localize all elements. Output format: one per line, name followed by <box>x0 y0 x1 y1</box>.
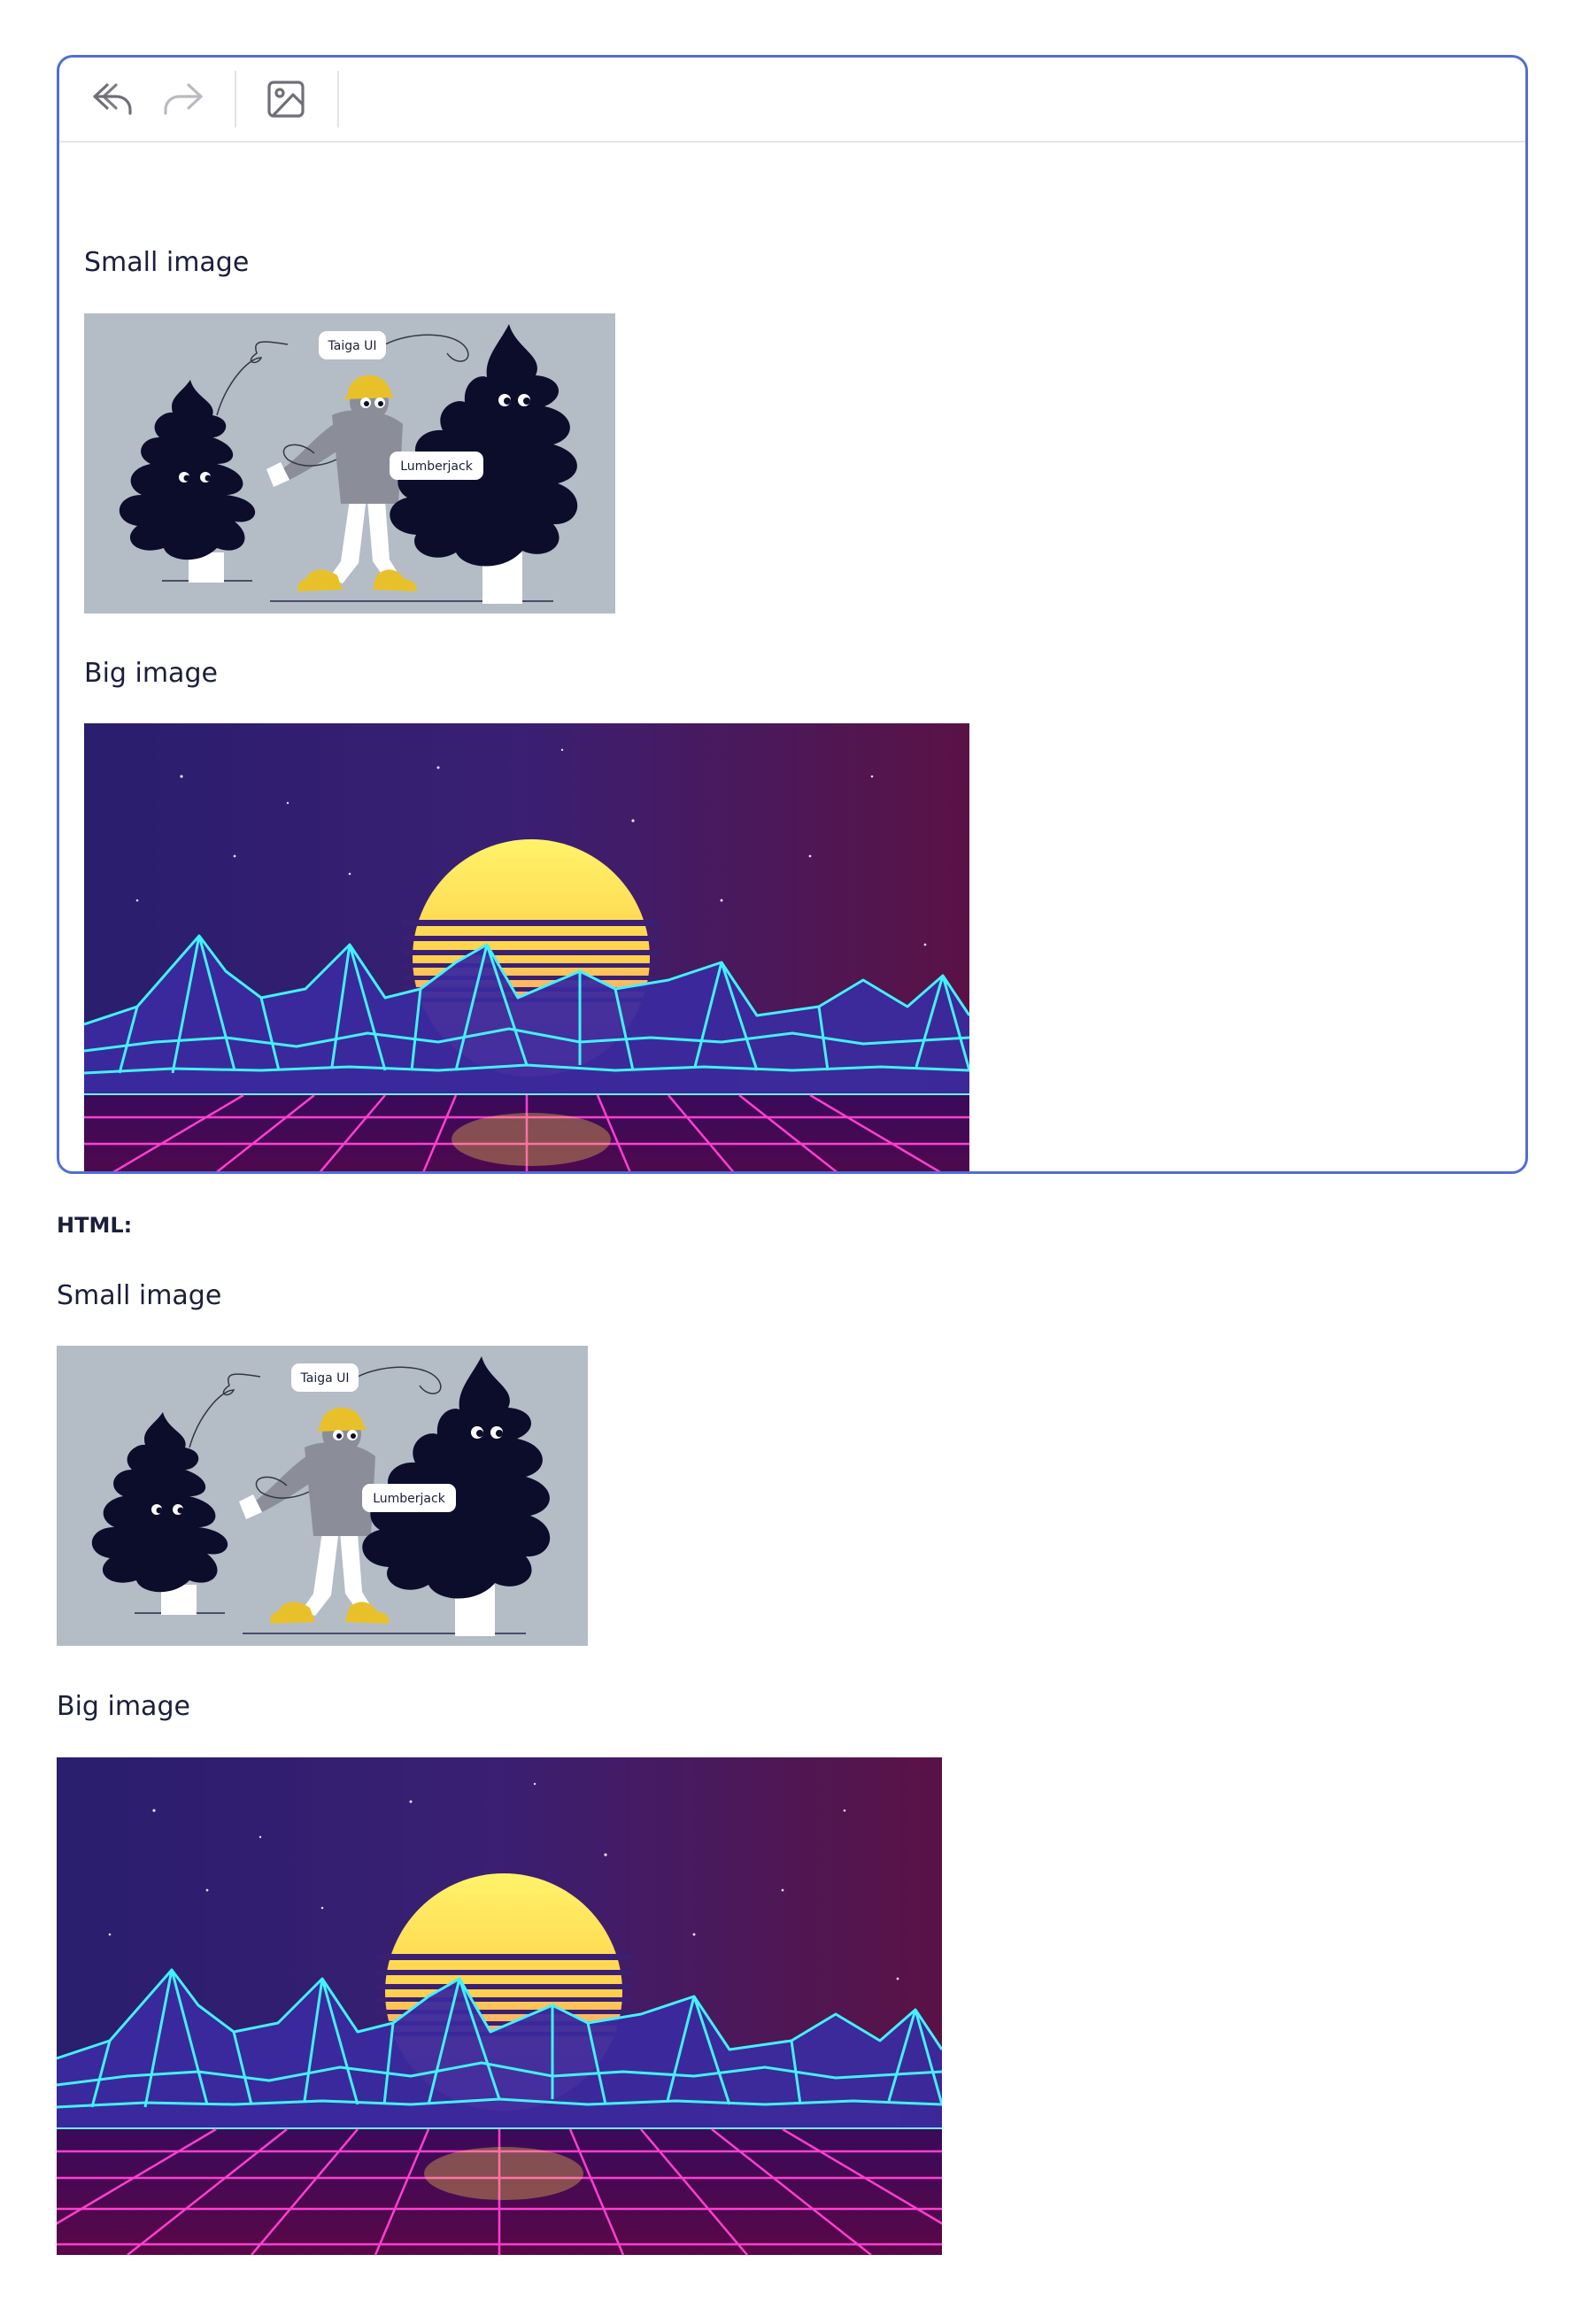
big-image-heading: Big image <box>84 658 218 689</box>
big-image[interactable] <box>84 723 969 1171</box>
small-image-label-lumberjack: Lumberjack <box>400 459 473 474</box>
editor-content[interactable]: Small image Taiga UI Lumberjack Big imag… <box>84 143 1525 1171</box>
image-icon <box>267 81 305 118</box>
html-output-heading: HTML: <box>57 1213 133 1238</box>
editor[interactable]: Small image Taiga UI Lumberjack Big imag… <box>57 55 1528 1174</box>
insert-image-button[interactable] <box>259 73 313 126</box>
small-image[interactable]: Taiga UI Lumberjack <box>84 313 615 614</box>
output-big-image-heading: Big image <box>57 1691 190 1722</box>
output-small-image-heading: Small image <box>57 1280 222 1311</box>
output-small-image-label-lumberjack: Lumberjack <box>373 1492 445 1506</box>
redo-icon <box>164 83 203 115</box>
output-small-image: Taiga UI Lumberjack <box>57 1346 588 1646</box>
toolbar-divider <box>337 71 339 127</box>
redo-button[interactable] <box>157 73 210 126</box>
small-image-heading: Small image <box>84 247 250 278</box>
toolbar-divider <box>235 71 236 127</box>
undo-button[interactable] <box>86 73 139 126</box>
undo-icon <box>93 83 132 115</box>
toolbar <box>59 58 1525 143</box>
output-small-image-label-taiga: Taiga UI <box>300 1371 350 1386</box>
small-image-label-taiga: Taiga UI <box>328 339 377 353</box>
output-big-image <box>57 1757 942 2255</box>
